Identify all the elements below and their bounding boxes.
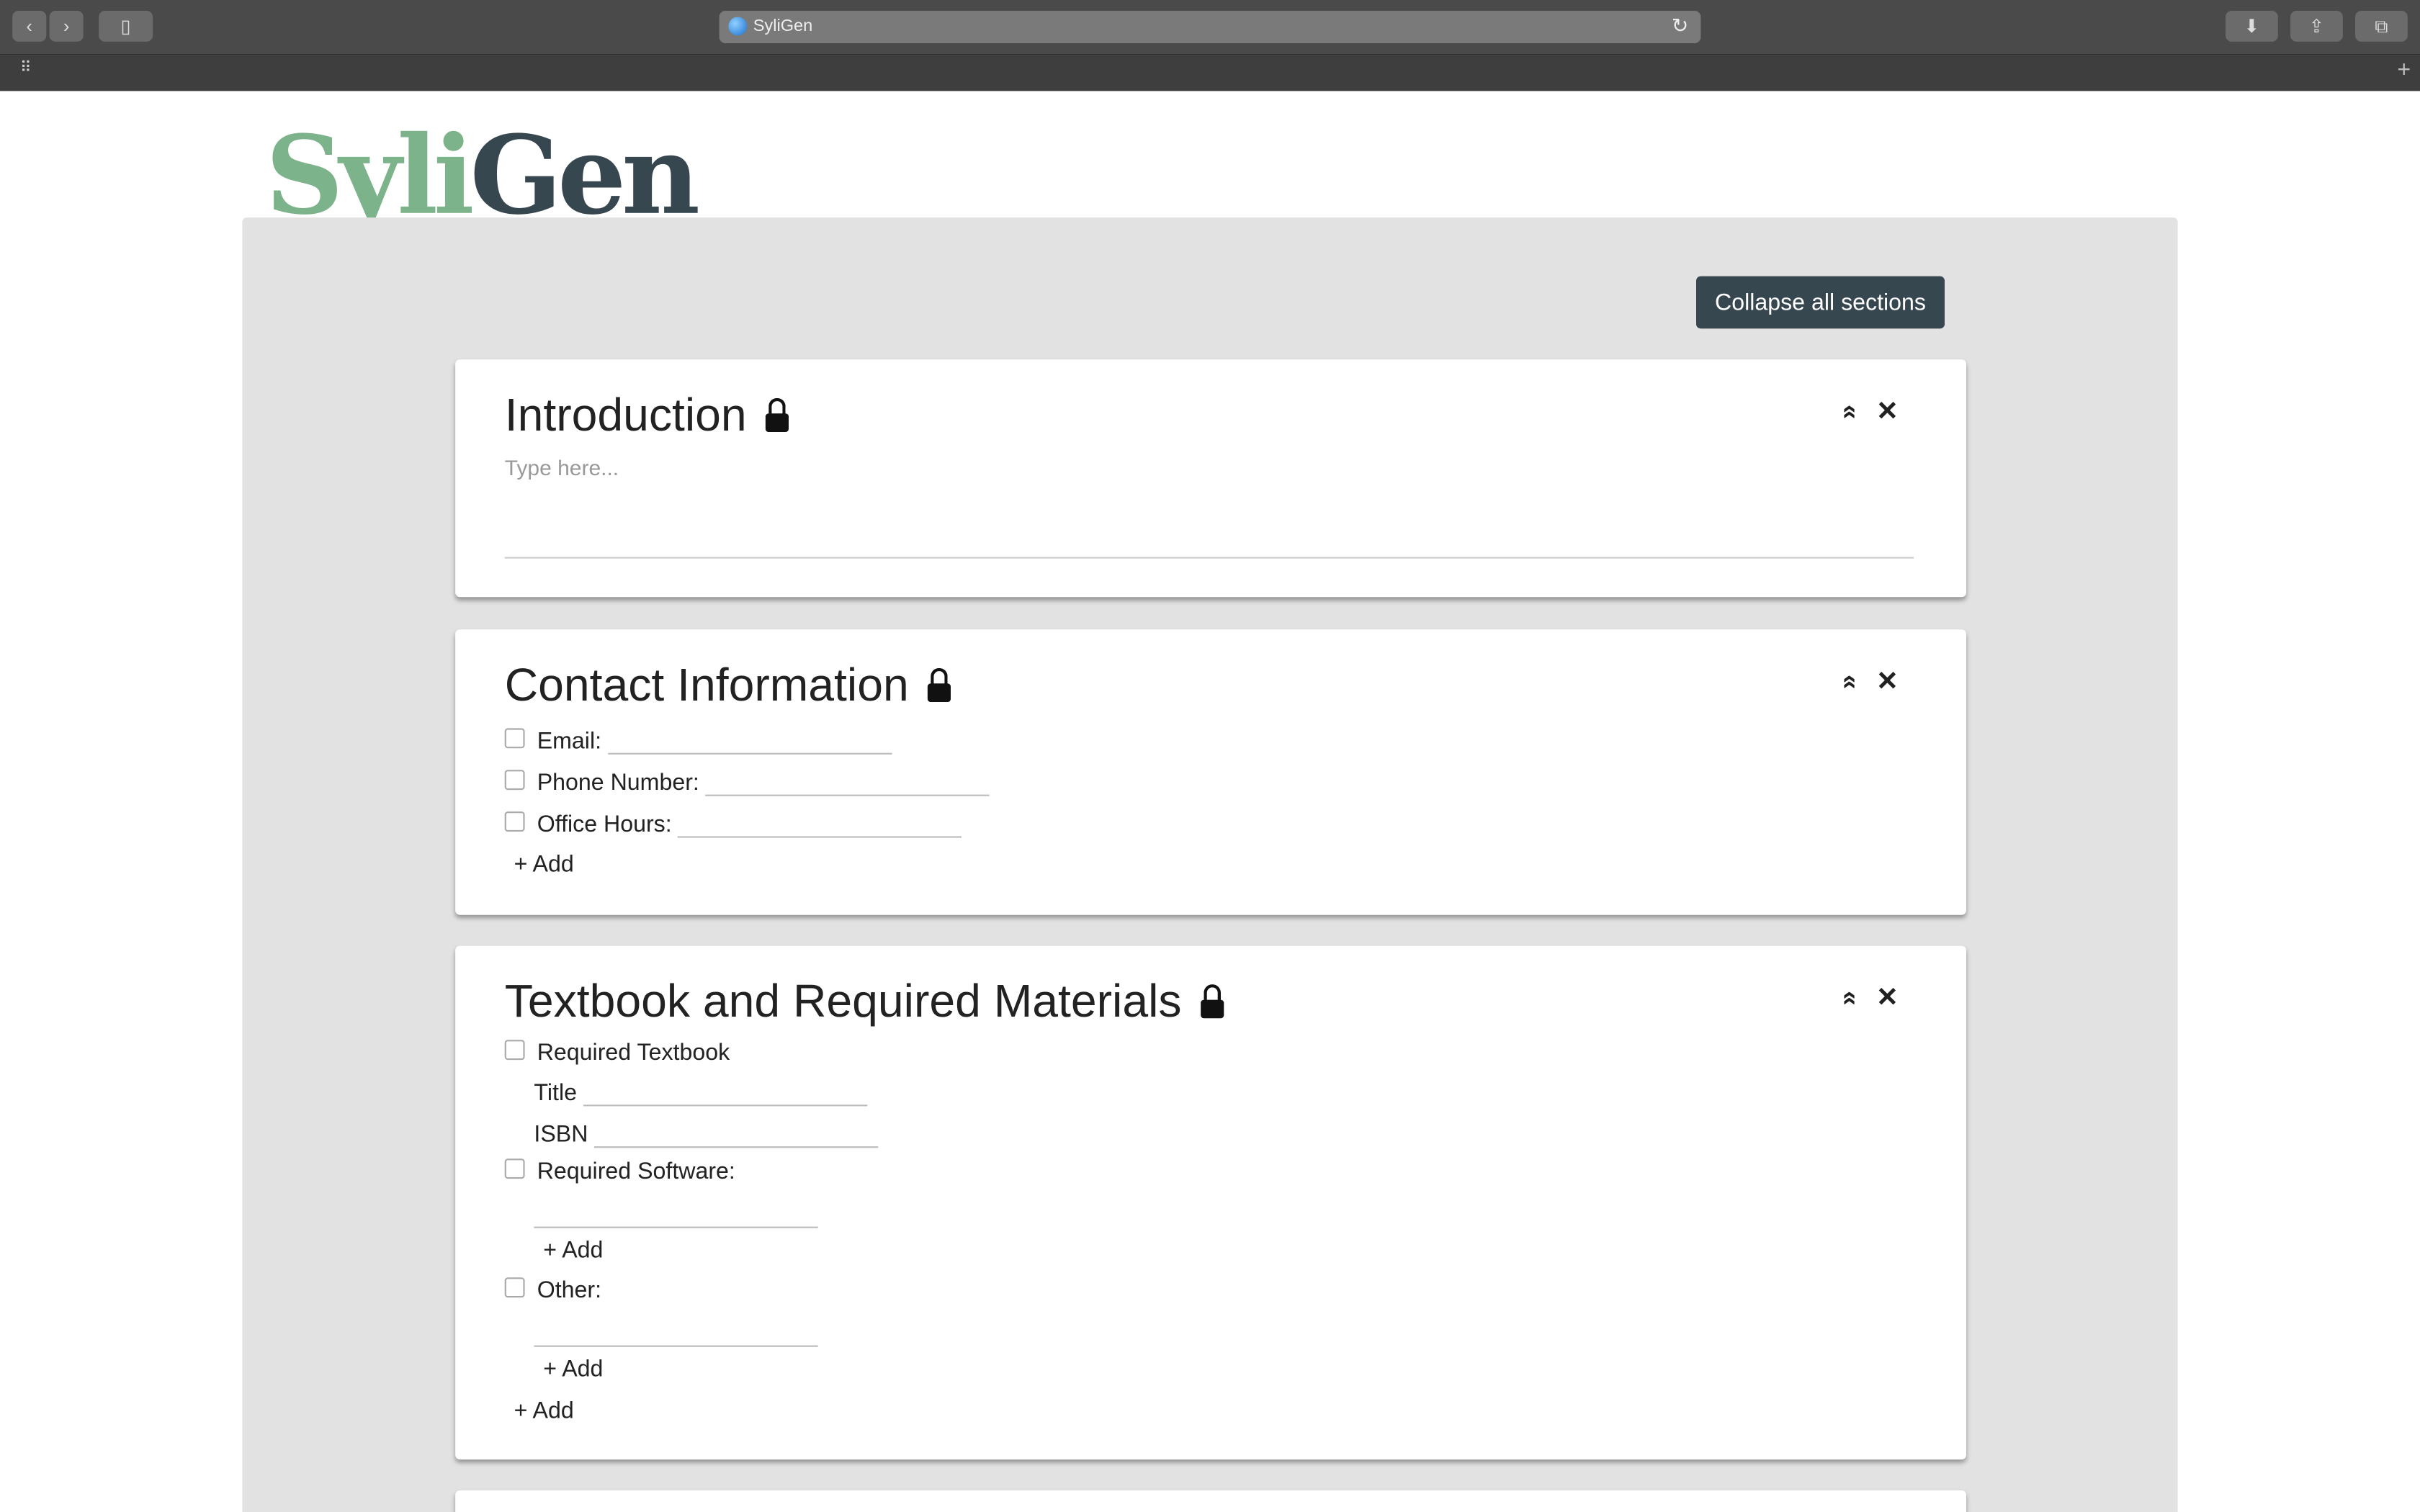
- sidebar-icon[interactable]: ▯: [99, 11, 153, 42]
- unlock-icon[interactable]: [765, 397, 789, 432]
- field-phone: Phone Number:: [504, 767, 990, 796]
- checkbox[interactable]: [504, 728, 525, 749]
- section-textbook: Textbook and Required Materials « ✕ Requi…: [455, 945, 1966, 1460]
- section-title: Contact Information: [505, 660, 951, 713]
- field-isbn: ISBN: [534, 1119, 879, 1148]
- section-title: Introduction: [505, 390, 789, 443]
- page-title: SyliGen: [753, 17, 813, 36]
- collapse-icon[interactable]: «: [1835, 675, 1866, 689]
- collapse-icon[interactable]: «: [1835, 991, 1866, 1005]
- close-icon[interactable]: ✕: [1876, 397, 1899, 426]
- section-title: Textbook and Required Materials: [505, 976, 1224, 1029]
- software-input[interactable]: [534, 1199, 818, 1228]
- close-icon[interactable]: ✕: [1876, 667, 1899, 696]
- field-required-software: Required Software:: [504, 1158, 735, 1185]
- new-tab-icon[interactable]: +: [2397, 57, 2411, 83]
- checkbox[interactable]: [504, 1277, 525, 1298]
- add-field-button[interactable]: + Add: [514, 1398, 574, 1423]
- unlock-icon[interactable]: [1200, 984, 1224, 1019]
- globe-icon: [728, 17, 748, 36]
- isbn-input[interactable]: [594, 1119, 879, 1148]
- tab-bar: ⠿ +: [0, 55, 2420, 91]
- download-icon[interactable]: ⬇: [2226, 11, 2278, 42]
- share-icon[interactable]: ⇪: [2290, 11, 2343, 42]
- field-email: Email:: [504, 725, 892, 755]
- office-hours-input[interactable]: [678, 809, 962, 838]
- unlock-icon[interactable]: [927, 667, 951, 702]
- field-office-hours: Office Hours:: [504, 809, 962, 838]
- checkbox[interactable]: [504, 1158, 525, 1179]
- checkbox[interactable]: [504, 770, 525, 791]
- title-input[interactable]: [583, 1077, 867, 1107]
- address-bar[interactable]: SyliGen ↻: [719, 11, 1701, 43]
- phone-input[interactable]: [705, 767, 990, 796]
- collapse-all-button[interactable]: Collapse all sections: [1696, 276, 1945, 329]
- collapse-icon[interactable]: «: [1835, 405, 1866, 419]
- browser-toolbar: ‹ › ▯ SyliGen ↻ ⬇ ⇪ ⧉: [0, 0, 2420, 56]
- add-other-button[interactable]: + Add: [543, 1356, 603, 1382]
- close-icon[interactable]: ✕: [1876, 983, 1899, 1012]
- grid-icon[interactable]: ⠿: [20, 60, 32, 78]
- section-introduction: Introduction « ✕ Type here...: [455, 359, 1966, 598]
- introduction-textarea[interactable]: Type here...: [504, 455, 1914, 559]
- other-input[interactable]: [534, 1318, 818, 1347]
- section-contact-information: Contact Information « ✕ Email: Phone Numb…: [455, 629, 1966, 915]
- email-input[interactable]: [607, 725, 892, 755]
- field-title: Title: [534, 1077, 867, 1107]
- section-next: [455, 1490, 1966, 1512]
- checkbox[interactable]: [504, 811, 525, 832]
- reload-icon[interactable]: ↻: [1672, 14, 1688, 38]
- field-required-textbook: Required Textbook: [504, 1040, 730, 1066]
- checkbox[interactable]: [504, 1040, 525, 1061]
- field-other: Other:: [504, 1277, 601, 1304]
- forward-icon[interactable]: ›: [49, 11, 84, 42]
- tabs-icon[interactable]: ⧉: [2355, 11, 2408, 42]
- add-field-button[interactable]: + Add: [514, 852, 574, 878]
- add-software-button[interactable]: + Add: [543, 1238, 603, 1264]
- back-icon[interactable]: ‹: [12, 11, 47, 42]
